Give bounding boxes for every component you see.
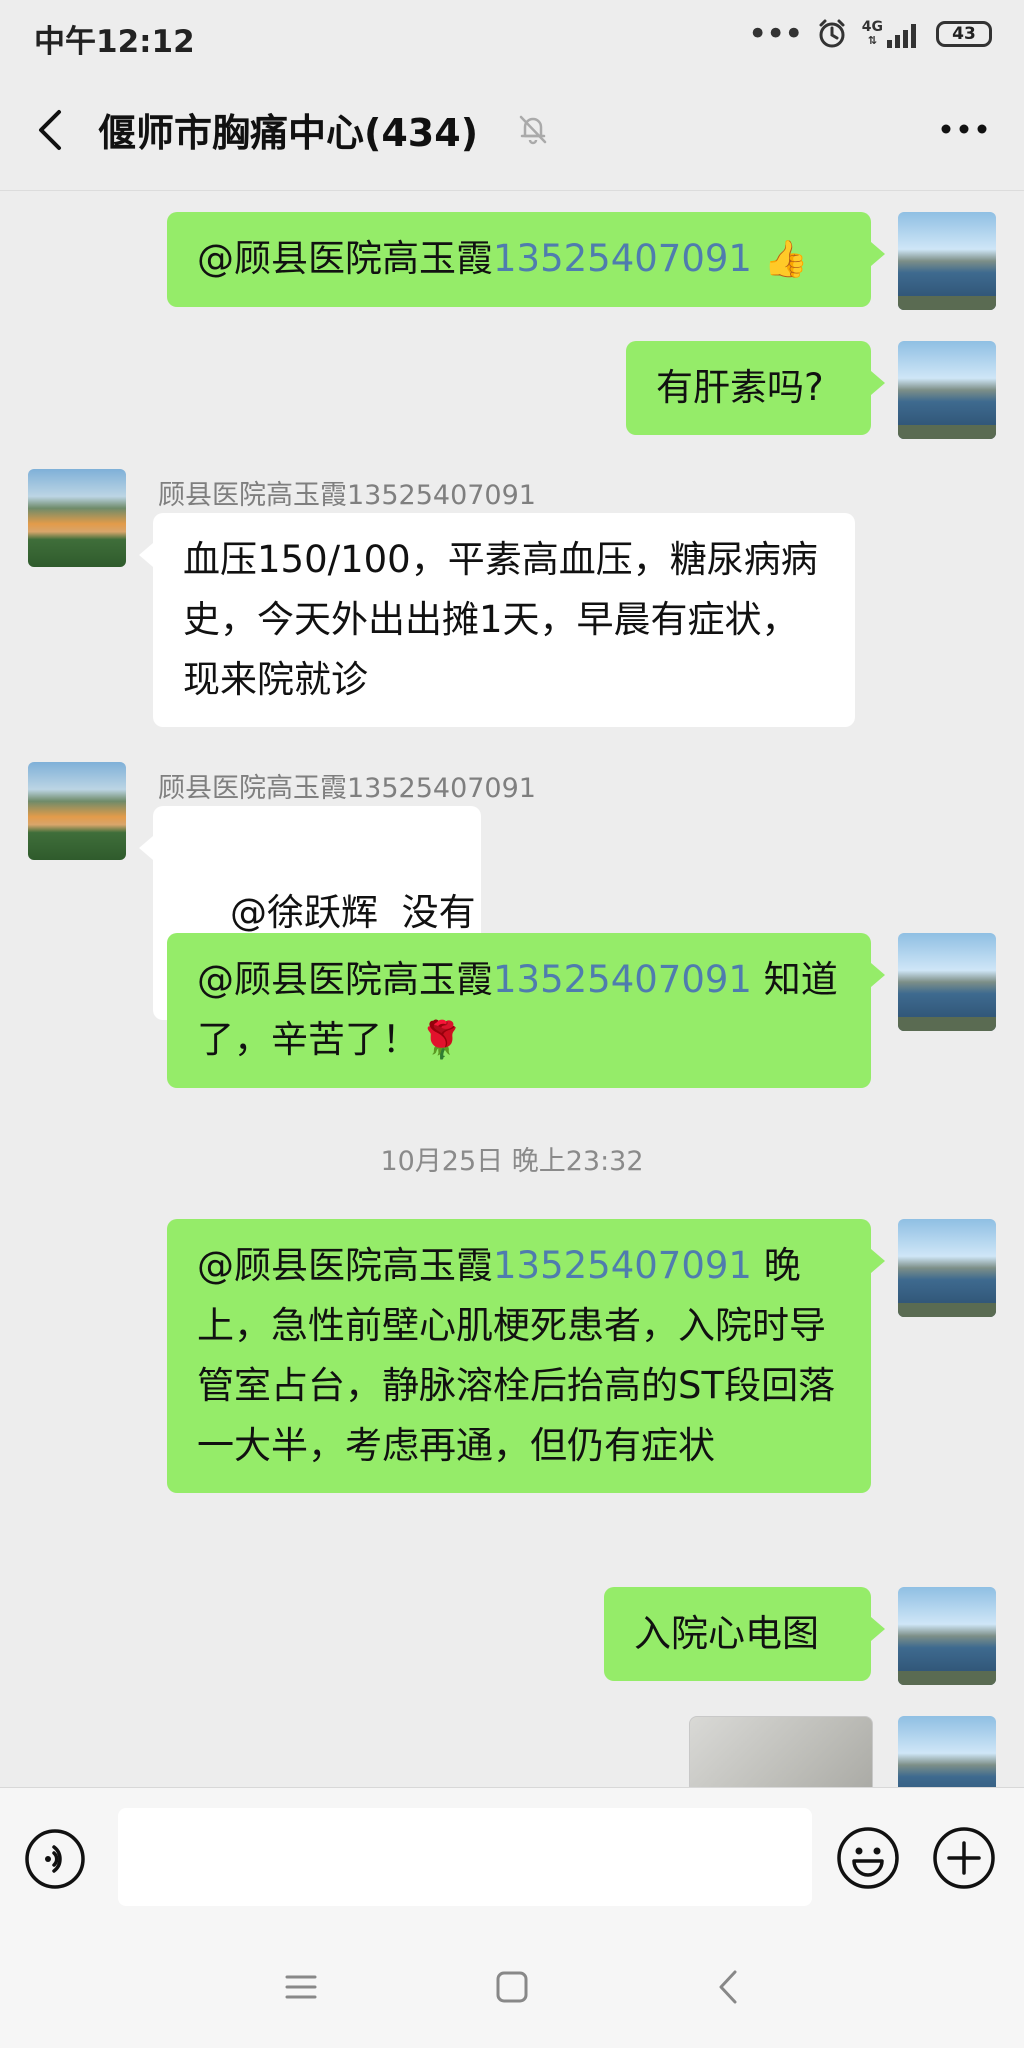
menu-button[interactable] [273, 1959, 329, 2015]
signal-icon [887, 24, 916, 48]
voice-icon[interactable] [24, 1828, 86, 1890]
message-text: 入院心电图 [634, 1612, 819, 1655]
back-triangle-icon [719, 1970, 737, 2004]
signal-group: 4G ⇅ [862, 20, 922, 48]
mention-text[interactable]: @顾县医院高玉霞 [197, 237, 493, 280]
message-bubble[interactable]: 血压150/100，平素高血压，糖尿病病史，今天外出出摊1天，早晨有症状，现来院… [139, 513, 855, 727]
mention-text[interactable]: @顾县医院高玉霞 [197, 1244, 493, 1287]
message-bubble[interactable]: @顾县医院高玉霞13525407091 晚上，急性前壁心肌梗死患者，入院时导管室… [167, 1219, 885, 1493]
data-arrows-icon: ⇅ [867, 34, 877, 47]
plus-icon[interactable] [932, 1826, 996, 1890]
home-button[interactable] [484, 1959, 540, 2015]
message-bubble[interactable]: @顾县医院高玉霞13525407091 知道了，辛苦了！🌹 [167, 933, 885, 1088]
chat-timestamp: 10月25日 晚上23:32 [380, 1146, 644, 1177]
battery-icon: 43 [936, 21, 992, 47]
bell-mute-icon [519, 115, 547, 145]
sender-name: 顾县医院高玉霞13525407091 [158, 480, 536, 511]
system-back-button[interactable] [700, 1959, 756, 2015]
mention-number[interactable]: 13525407091 [493, 1244, 752, 1287]
self-avatar[interactable] [898, 1587, 996, 1685]
thumbs-up-icon: 👍 [763, 239, 809, 280]
chat-header: 偃师市胸痛中心(434) [0, 72, 1024, 191]
back-button[interactable] [22, 102, 78, 158]
battery-level: 43 [952, 24, 976, 44]
sender-avatar[interactable] [28, 762, 126, 860]
message-bubble[interactable]: @顾县医院高玉霞13525407091 👍 [167, 212, 885, 307]
system-nav-bar [0, 1925, 1024, 2048]
self-avatar[interactable] [898, 1219, 996, 1317]
chat-title: 偃师市胸痛中心(434) [98, 111, 479, 155]
self-avatar[interactable] [898, 933, 996, 1031]
self-avatar[interactable] [898, 341, 996, 439]
message-text: @徐跃辉 没有 [230, 891, 476, 934]
network-type: 4G [861, 19, 883, 35]
status-icons: ••• 4G ⇅ 43 [747, 14, 992, 54]
message-input[interactable] [118, 1808, 812, 1906]
mention-number[interactable]: 13525407091 [493, 958, 752, 1001]
message-bubble[interactable]: 入院心电图 [604, 1587, 885, 1681]
sender-name: 顾县医院高玉霞13525407091 [158, 773, 536, 804]
message-text: 有肝素吗? [656, 366, 824, 409]
alarm-icon [819, 19, 845, 48]
back-arrow-icon [39, 110, 61, 150]
mention-text[interactable]: @顾县医院高玉霞 [197, 958, 493, 1001]
status-time: 中午12:12 [34, 24, 195, 60]
sender-avatar[interactable] [28, 469, 126, 567]
message-bubble[interactable]: 有肝素吗? [626, 341, 885, 435]
rose-icon: 🌹 [419, 1020, 464, 1061]
status-bar: 中午12:12 ••• 4G ⇅ 43 [0, 0, 1024, 72]
input-bar [0, 1787, 1024, 1926]
self-avatar[interactable] [898, 212, 996, 310]
message-text: 血压150/100，平素高血压，糖尿病病史，今天外出出摊1天，早晨有症状，现来院… [183, 538, 818, 701]
home-square-icon [496, 1971, 528, 2003]
menu-icon [285, 1975, 317, 1999]
more-button[interactable] [934, 104, 994, 154]
notification-dots-icon: ••• [747, 14, 804, 54]
self-avatar[interactable] [898, 1716, 996, 1787]
emoji-icon[interactable] [836, 1826, 900, 1890]
message-list[interactable]: @顾县医院高玉霞13525407091 👍 有肝素吗? 顾县医院高玉霞13525… [0, 191, 1024, 1787]
image-message[interactable] [689, 1716, 873, 1787]
more-dots-icon [941, 124, 987, 134]
mention-number[interactable]: 13525407091 [493, 237, 752, 280]
